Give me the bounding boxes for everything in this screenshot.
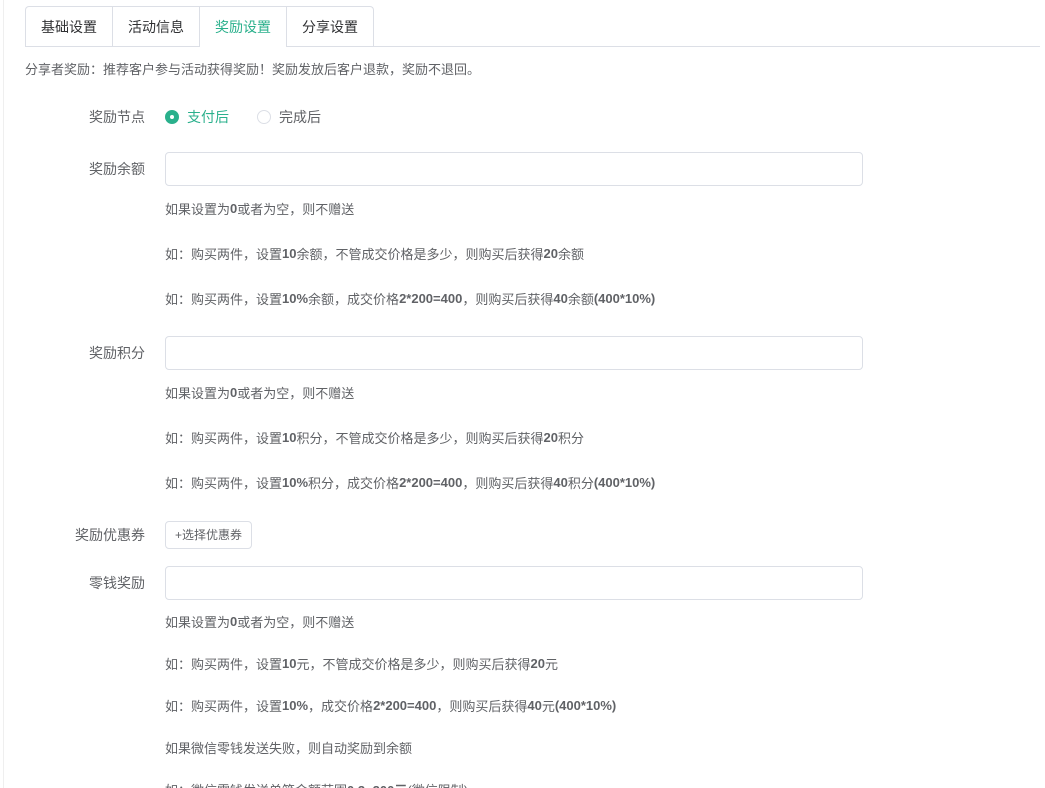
reward-points-label: 奖励积分 bbox=[0, 336, 145, 370]
reward-balance-help: 如果设置为0或者为空，则不赠送 如：购买两件，设置10余额，不管成交价格是多少，… bbox=[165, 186, 1045, 321]
radio-after-completion[interactable]: 完成后 bbox=[257, 107, 321, 127]
help-line: 如：购买两件，设置10%，成交价格2*200=400，则购买后获得40元(400… bbox=[165, 684, 1045, 726]
change-reward-input[interactable] bbox=[165, 566, 863, 600]
change-reward-help: 如果设置为0或者为空，则不赠送 如：购买两件，设置10元，不管成交价格是多少，则… bbox=[165, 600, 1045, 788]
radio-after-completion-label: 完成后 bbox=[279, 107, 321, 127]
radio-after-payment[interactable]: 支付后 bbox=[165, 107, 229, 127]
tab-reward-settings[interactable]: 奖励设置 bbox=[200, 6, 287, 47]
help-line: 如：购买两件，设置10余额，不管成交价格是多少，则购买后获得20余额 bbox=[165, 231, 1045, 276]
tab-basic-settings[interactable]: 基础设置 bbox=[25, 6, 113, 46]
change-reward-label: 零钱奖励 bbox=[0, 566, 145, 600]
tab-bar: 基础设置 活动信息 奖励设置 分享设置 bbox=[25, 6, 1040, 47]
help-line: 如：购买两件，设置10元，不管成交价格是多少，则购买后获得20元 bbox=[165, 642, 1045, 684]
reward-points-input[interactable] bbox=[165, 336, 863, 370]
reward-node-radio-group: 支付后 完成后 bbox=[165, 107, 349, 127]
help-line: 如果设置为0或者为空，则不赠送 bbox=[165, 600, 1045, 642]
change-reward-row: 零钱奖励 bbox=[0, 566, 1045, 600]
select-coupon-button[interactable]: +选择优惠券 bbox=[165, 521, 252, 549]
tab-activity-info[interactable]: 活动信息 bbox=[113, 6, 200, 46]
reward-settings-page: 基础设置 活动信息 奖励设置 分享设置 分享者奖励：推荐客户参与活动获得奖励！奖… bbox=[0, 0, 1045, 788]
radio-selected-icon bbox=[165, 110, 179, 124]
reward-coupon-label: 奖励优惠券 bbox=[0, 521, 145, 549]
help-line: 如：购买两件，设置10%余额，成交价格2*200=400，则购买后获得40余额(… bbox=[165, 276, 1045, 321]
help-line: 如：购买两件，设置10积分，不管成交价格是多少，则购买后获得20积分 bbox=[165, 415, 1045, 460]
radio-after-payment-label: 支付后 bbox=[187, 107, 229, 127]
radio-unselected-icon bbox=[257, 110, 271, 124]
reward-balance-row: 奖励余额 bbox=[0, 152, 1045, 186]
reward-points-row: 奖励积分 bbox=[0, 336, 1045, 370]
reward-balance-label: 奖励余额 bbox=[0, 152, 145, 186]
sharer-reward-description: 分享者奖励：推荐客户参与活动获得奖励！奖励发放后客户退款，奖励不退回。 bbox=[25, 61, 1045, 79]
reward-node-label: 奖励节点 bbox=[0, 107, 145, 127]
reward-coupon-row: 奖励优惠券 +选择优惠券 bbox=[0, 521, 1045, 549]
help-line: 如果微信零钱发送失败，则自动奖励到余额 bbox=[165, 726, 1045, 768]
tab-share-settings[interactable]: 分享设置 bbox=[287, 6, 374, 46]
reward-points-help: 如果设置为0或者为空，则不赠送 如：购买两件，设置10积分，不管成交价格是多少，… bbox=[165, 370, 1045, 505]
reward-balance-input[interactable] bbox=[165, 152, 863, 186]
help-line: 如果设置为0或者为空，则不赠送 bbox=[165, 370, 1045, 415]
help-line: 如果设置为0或者为空，则不赠送 bbox=[165, 186, 1045, 231]
help-line-partial: 如：微信零钱发送单笔金额范围0.3~200元(微信限制) bbox=[165, 768, 1045, 788]
reward-node-row: 奖励节点 支付后 完成后 bbox=[0, 107, 1045, 127]
help-line: 如：购买两件，设置10%积分，成交价格2*200=400，则购买后获得40积分(… bbox=[165, 460, 1045, 505]
